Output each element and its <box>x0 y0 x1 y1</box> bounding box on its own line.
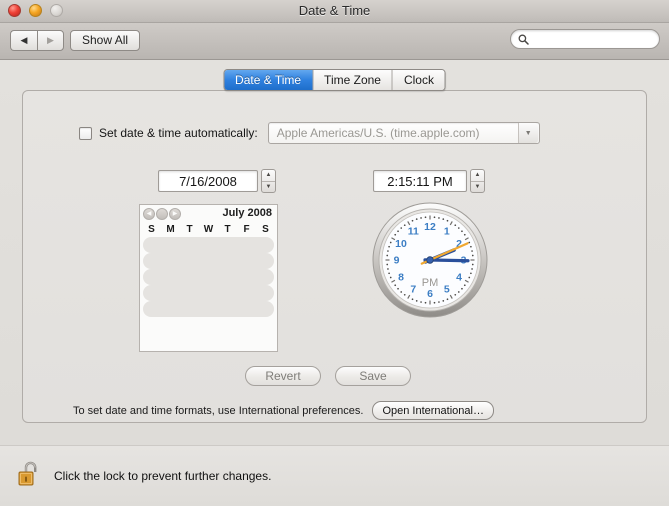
svg-text:8: 8 <box>398 271 404 283</box>
search-icon <box>518 34 529 45</box>
day-header: T <box>186 224 193 235</box>
action-button-group: Revert Save <box>245 366 411 386</box>
calendar-day-headers: S M T W T F S <box>140 223 277 237</box>
calendar-today-icon[interactable] <box>156 208 168 220</box>
date-time-preferences-window: Date & Time ◀ ▶ Show All Date & Time Tim… <box>0 0 669 506</box>
chevron-down-icon[interactable]: ▼ <box>517 123 538 143</box>
search-input[interactable] <box>533 33 651 45</box>
set-automatically-row: Set date & time automatically: Apple Ame… <box>79 122 540 144</box>
svg-text:5: 5 <box>444 284 450 296</box>
tab-bar: Date & Time Time Zone Clock <box>223 69 446 91</box>
international-note-text: To set date and time formats, use Intern… <box>73 404 364 417</box>
svg-text:12: 12 <box>424 221 436 233</box>
calendar-week-stripe <box>143 253 274 269</box>
day-header: F <box>243 224 250 235</box>
date-stepper[interactable]: ▲ ▼ <box>261 169 276 193</box>
day-header: W <box>203 224 214 235</box>
svg-text:7: 7 <box>410 284 416 296</box>
calendar-header: ◀ ▶ July 2008 <box>140 205 277 223</box>
calendar-prev-month-icon[interactable]: ◀ <box>143 208 155 220</box>
calendar-week-stripe <box>143 237 274 253</box>
svg-text:11: 11 <box>408 226 419 238</box>
revert-button[interactable]: Revert <box>245 366 321 386</box>
calendar-nav-group: ◀ ▶ <box>143 208 181 220</box>
day-header: M <box>166 224 175 235</box>
tab-date-time[interactable]: Date & Time <box>224 70 314 90</box>
time-input[interactable]: 2:15:11 PM <box>373 170 467 192</box>
date-time-pane: Set date & time automatically: Apple Ame… <box>22 90 647 423</box>
svg-text:1: 1 <box>444 226 450 238</box>
tab-bar-zone: Date & Time Time Zone Clock <box>0 60 669 91</box>
svg-text:10: 10 <box>395 238 407 250</box>
svg-text:6: 6 <box>427 288 433 300</box>
date-stepper-up[interactable]: ▲ <box>262 170 275 182</box>
lock-bar: Click the lock to prevent further change… <box>0 445 669 506</box>
save-button[interactable]: Save <box>335 366 411 386</box>
chevron-right-icon: ▶ <box>47 35 54 45</box>
tab-clock[interactable]: Clock <box>392 70 445 90</box>
day-header: T <box>224 224 231 235</box>
lock-bar-text: Click the lock to prevent further change… <box>54 469 272 483</box>
search-field[interactable] <box>510 29 660 49</box>
time-stepper-up[interactable]: ▲ <box>471 170 484 182</box>
date-input[interactable]: 7/16/2008 <box>158 170 258 192</box>
calendar-widget[interactable]: ◀ ▶ July 2008 S M T W T F S 123456789101… <box>139 204 278 352</box>
analog-clock: 121234567891011PM <box>371 201 489 319</box>
chevron-left-icon: ◀ <box>20 35 28 45</box>
show-all-button[interactable]: Show All <box>70 30 141 51</box>
time-stepper-down[interactable]: ▼ <box>471 182 484 193</box>
day-header: S <box>262 224 269 235</box>
navigation-button-group: ◀ ▶ <box>10 30 64 51</box>
open-international-button[interactable]: Open International… <box>372 401 494 420</box>
day-header: S <box>148 224 155 235</box>
calendar-week-stripe <box>143 285 274 301</box>
window-titlebar: Date & Time <box>0 0 669 23</box>
time-stepper[interactable]: ▲ ▼ <box>470 169 485 193</box>
back-button[interactable]: ◀ <box>10 30 37 51</box>
date-stepper-down[interactable]: ▼ <box>262 182 275 193</box>
calendar-week-stripe <box>143 269 274 285</box>
analog-clock-face: 121234567891011PM <box>372 202 488 318</box>
time-server-value: Apple Americas/U.S. (time.apple.com) <box>276 126 480 140</box>
calendar-month-label: July 2008 <box>222 207 272 219</box>
set-automatically-label: Set date & time automatically: <box>99 126 258 140</box>
calendar-next-month-icon[interactable]: ▶ <box>169 208 181 220</box>
window-toolbar: ◀ ▶ Show All <box>0 23 669 60</box>
time-server-combobox[interactable]: Apple Americas/U.S. (time.apple.com) ▼ <box>267 122 540 144</box>
calendar-week-stripe <box>143 301 274 317</box>
time-field-group: 2:15:11 PM ▲ ▼ <box>373 169 485 193</box>
svg-text:PM: PM <box>422 277 439 289</box>
forward-button: ▶ <box>37 30 64 51</box>
svg-text:4: 4 <box>456 271 462 283</box>
svg-text:9: 9 <box>394 255 400 267</box>
tab-time-zone[interactable]: Time Zone <box>313 70 393 90</box>
window-title: Date & Time <box>298 3 371 18</box>
international-note-row: To set date and time formats, use Intern… <box>73 401 494 420</box>
date-field-group: 7/16/2008 ▲ ▼ <box>158 169 276 193</box>
set-automatically-checkbox[interactable] <box>79 126 92 140</box>
open-padlock-icon[interactable] <box>18 459 42 494</box>
